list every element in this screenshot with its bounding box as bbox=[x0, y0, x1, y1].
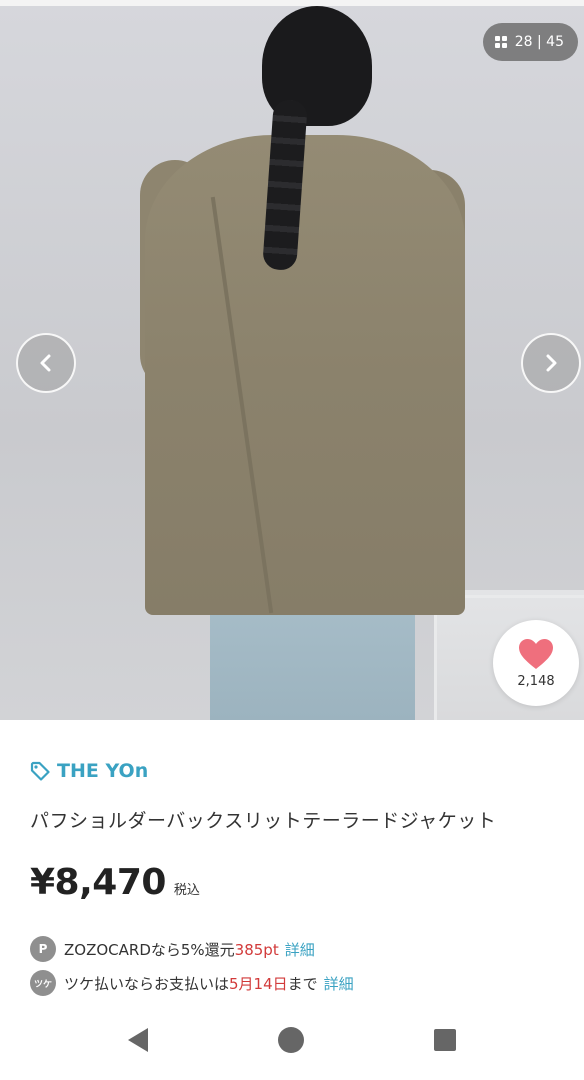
top-divider bbox=[0, 0, 584, 6]
home-icon[interactable] bbox=[278, 1027, 304, 1053]
photo-jacket bbox=[145, 135, 465, 615]
points-value: 385pt bbox=[234, 940, 279, 959]
product-title: パフショルダーバックスリットテーラードジャケット bbox=[30, 810, 497, 832]
recents-icon[interactable] bbox=[434, 1029, 456, 1051]
points-info-row: P ZOZOCARDなら5%還元385pt 詳細 bbox=[30, 936, 315, 962]
tsuke-text: ツケ払いならお支払いは bbox=[64, 974, 230, 993]
heart-icon bbox=[519, 638, 553, 669]
points-icon: P bbox=[30, 936, 56, 962]
grid-view-icon bbox=[494, 36, 507, 48]
product-price: ¥8,470 bbox=[30, 862, 166, 903]
tsuke-icon: ツケ bbox=[30, 970, 56, 996]
image-counter-button[interactable]: 28 | 45 bbox=[482, 23, 578, 61]
like-count: 2,148 bbox=[517, 673, 555, 689]
points-details-link[interactable]: 詳細 bbox=[285, 941, 315, 959]
tag-icon bbox=[30, 761, 50, 781]
tax-label: 税込 bbox=[173, 883, 200, 898]
tsuke-info-row: ツケ ツケ払いならお支払いは5月14日まで 詳細 bbox=[30, 970, 354, 996]
system-navigation-bar bbox=[0, 1000, 584, 1080]
brand-link[interactable]: THE YOn bbox=[30, 760, 148, 782]
points-text: ZOZOCARDなら5%還元 bbox=[64, 940, 235, 959]
price-row: ¥8,470 税込 bbox=[30, 862, 200, 903]
tsuke-details-link[interactable]: 詳細 bbox=[324, 975, 354, 993]
tsuke-date: 5月14日 bbox=[229, 974, 288, 993]
chevron-right-icon bbox=[546, 354, 557, 372]
back-icon[interactable] bbox=[128, 1028, 148, 1052]
image-counter-text: 28 | 45 bbox=[514, 34, 564, 50]
chevron-left-icon bbox=[40, 354, 51, 372]
next-image-button[interactable] bbox=[521, 333, 581, 393]
brand-name: THE YOn bbox=[57, 760, 149, 782]
product-image-gallery[interactable]: 28 | 45 2,148 bbox=[0, 0, 584, 720]
previous-image-button[interactable] bbox=[16, 333, 76, 393]
tsuke-text-suffix: まで bbox=[287, 974, 318, 993]
like-button[interactable]: 2,148 bbox=[493, 620, 579, 706]
